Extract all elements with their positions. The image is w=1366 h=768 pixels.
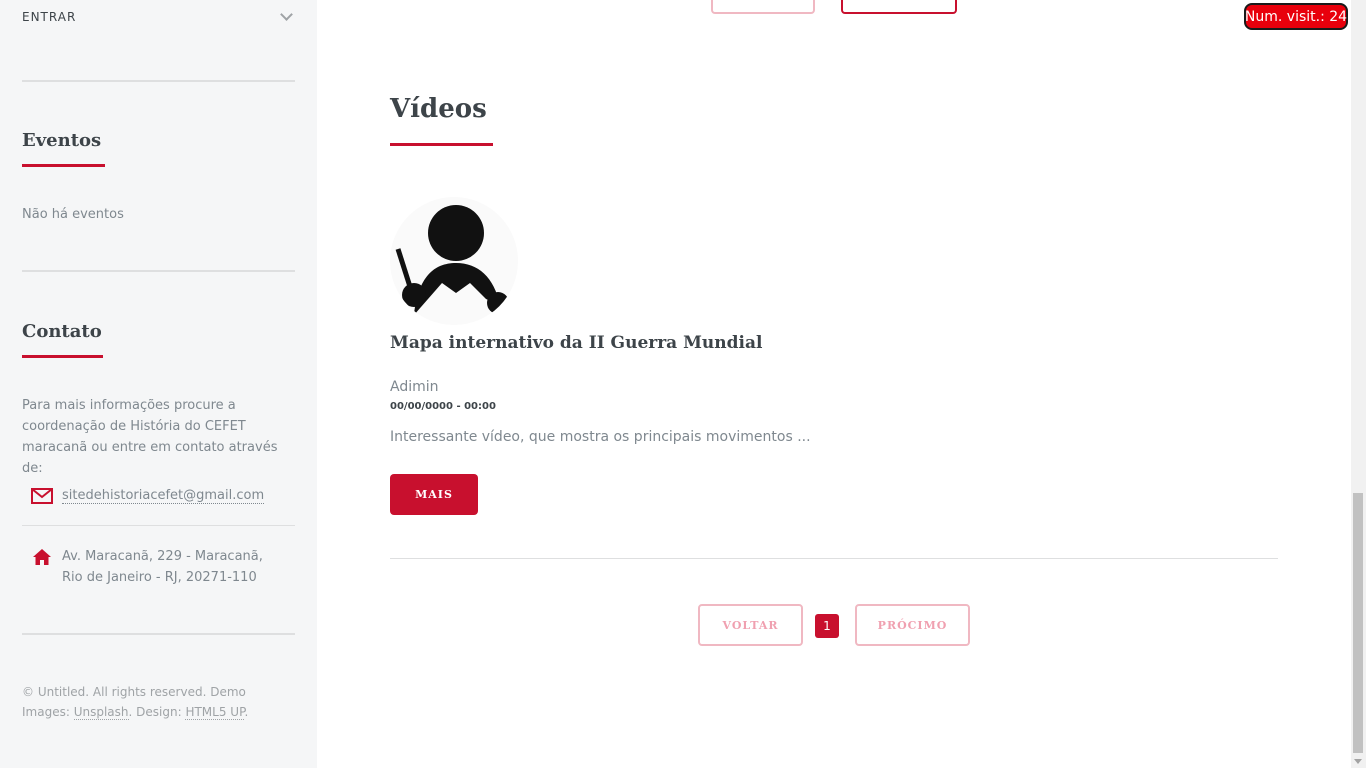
envelope-icon [22,485,62,506]
unsplash-link[interactable]: Unsplash [73,705,129,720]
eventos-empty-text: Não há eventos [22,207,124,222]
post-title[interactable]: Mapa internativo da II Guerra Mundial [390,333,762,353]
footer-copyright: © Untitled. All rights reserved. Demo Im… [22,682,295,722]
footer-text: . [244,705,249,719]
heading-underline [22,164,105,167]
section-heading: Vídeos [390,94,487,124]
more-button[interactable]: MAIS [390,474,478,515]
divider [22,80,295,82]
address-line1: Av. Maracanã, 229 - Maracanã, [62,549,263,564]
pagination-current-page[interactable]: 1 [815,614,839,638]
post-author: Adimin [390,379,439,395]
heading-underline [390,143,493,146]
pagination-prev-button[interactable]: VOLTAR [698,604,803,646]
html5up-link[interactable]: HTML5 UP [185,705,245,720]
teacher-icon[interactable] [390,197,518,325]
top-button-outline-accent[interactable] [841,0,957,14]
sidebar: ENTRAR Eventos Não há eventos Contato Pa… [0,0,317,768]
heading-underline [22,355,103,358]
menu-item-label: ENTRAR [22,10,77,24]
scroll-down-arrow-icon[interactable] [1354,759,1362,764]
post-excerpt: Interessante vídeo, que mostra os princi… [390,429,811,445]
home-icon [22,546,62,588]
menu-item-entrar[interactable]: ENTRAR [22,8,295,25]
contact-email-row: sitedehistoriacefet@gmail.com [22,485,295,506]
chevron-down-icon [280,8,293,21]
email-link[interactable]: sitedehistoriacefet@gmail.com [62,488,265,504]
address-line2: Rio de Janeiro - RJ, 20271-110 [62,570,257,585]
divider [22,633,295,635]
contato-description: Para mais informações procure a coordena… [22,398,278,476]
scrollbar-thumb[interactable] [1353,493,1363,753]
eventos-heading: Eventos [22,130,102,151]
top-button-outline[interactable] [711,0,815,14]
divider [390,558,1278,559]
visit-counter: Num. visit.: 24 [1244,3,1348,30]
divider [22,270,295,272]
pagination-next-button[interactable]: PRÓCIMO [855,604,970,646]
footer-text: . Design: [128,705,186,719]
contato-heading: Contato [22,321,102,342]
contact-address-row: Av. Maracanã, 229 - Maracanã, Rio de Jan… [22,546,295,588]
divider [22,525,295,526]
post-date: 00/00/0000 - 00:00 [390,401,496,412]
